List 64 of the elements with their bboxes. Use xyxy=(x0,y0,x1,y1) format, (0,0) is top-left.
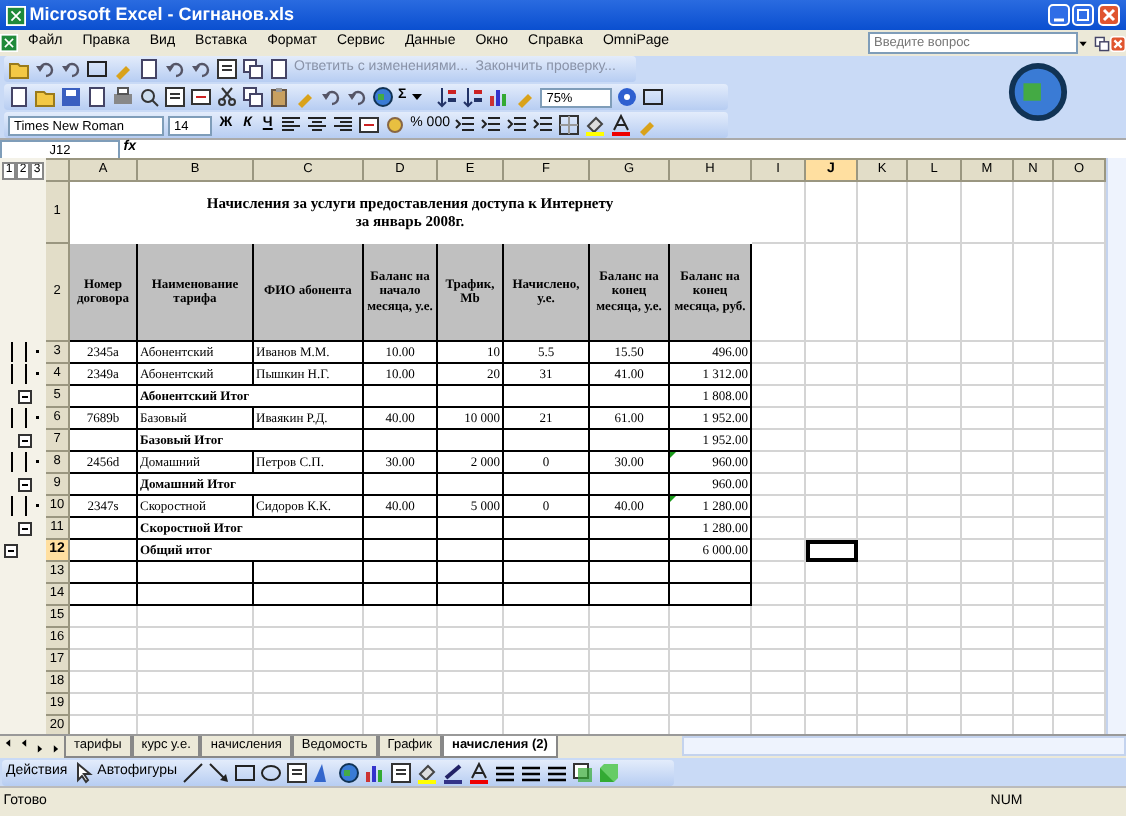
hyperlink-icon[interactable] xyxy=(372,86,394,108)
horizontal-scrollbar[interactable] xyxy=(682,736,1126,756)
copy-icon[interactable] xyxy=(242,58,264,80)
collapse-button[interactable] xyxy=(18,389,32,404)
reply-icon[interactable] xyxy=(34,58,56,80)
vertical-scrollbar[interactable] xyxy=(1106,158,1126,734)
decrease-indent-icon[interactable] xyxy=(505,114,528,136)
paste-icon[interactable] xyxy=(268,86,290,108)
collapse-button[interactable] xyxy=(4,543,18,558)
reply-all-icon[interactable] xyxy=(60,58,82,80)
select-all-button[interactable] xyxy=(45,159,69,181)
cut-icon[interactable] xyxy=(216,86,238,108)
restore-icon[interactable] xyxy=(1094,35,1110,51)
close-icon[interactable] xyxy=(1110,35,1126,51)
help-icon[interactable] xyxy=(616,86,639,108)
print-preview-icon[interactable] xyxy=(138,86,160,108)
excel-logo-icon xyxy=(6,5,26,25)
text-box-icon[interactable] xyxy=(285,761,307,783)
window-title: Microsoft Excel - Сигнанов.xls xyxy=(29,1,296,28)
align-right-icon[interactable] xyxy=(332,114,355,136)
line-color-icon[interactable] xyxy=(441,761,463,783)
save-icon[interactable] xyxy=(60,86,82,108)
document-icon[interactable] xyxy=(138,58,160,80)
increase-indent-icon[interactable] xyxy=(531,114,554,136)
borders-icon[interactable] xyxy=(557,114,580,136)
note-icon[interactable] xyxy=(216,58,238,80)
new-file-icon[interactable] xyxy=(8,86,30,108)
undo-icon[interactable] xyxy=(320,86,342,108)
font-color-icon[interactable] xyxy=(467,761,489,783)
maximize-button[interactable] xyxy=(1072,4,1095,26)
collapse-button[interactable] xyxy=(18,521,32,536)
error-indicator-icon xyxy=(670,496,676,502)
align-center-icon[interactable] xyxy=(306,114,329,136)
currency-icon[interactable] xyxy=(384,114,407,136)
line-style-icon[interactable] xyxy=(493,761,515,783)
redo-icon[interactable] xyxy=(190,58,212,80)
shadow-icon[interactable] xyxy=(571,761,593,783)
chart-wizard-icon[interactable] xyxy=(488,86,511,108)
fill-color-icon[interactable] xyxy=(583,114,606,136)
globe-icon xyxy=(1006,60,1070,124)
close-button[interactable] xyxy=(1098,4,1120,26)
undo-icon[interactable] xyxy=(164,58,186,80)
print-icon[interactable] xyxy=(112,86,134,108)
line-icon[interactable] xyxy=(181,761,203,783)
align-left-icon[interactable] xyxy=(280,114,303,136)
active-cell[interactable] xyxy=(805,539,857,561)
minimize-button[interactable] xyxy=(1047,4,1069,26)
excel-logo-icon xyxy=(0,34,18,52)
font-color-icon[interactable] xyxy=(609,114,632,136)
rectangle-icon[interactable] xyxy=(233,761,255,783)
collapse-button[interactable] xyxy=(18,477,32,492)
fill-color-icon[interactable] xyxy=(415,761,437,783)
copy-icon[interactable] xyxy=(242,86,264,108)
sort-descending-icon[interactable] xyxy=(462,86,485,108)
window-icon[interactable] xyxy=(642,86,665,108)
collapse-button[interactable] xyxy=(18,433,32,448)
redo-icon[interactable] xyxy=(346,86,368,108)
oval-icon[interactable] xyxy=(259,761,281,783)
arrow-icon[interactable] xyxy=(207,761,229,783)
pointer-icon[interactable] xyxy=(71,761,94,783)
document-icon[interactable] xyxy=(268,58,290,80)
merge-center-icon[interactable] xyxy=(358,114,381,136)
error-indicator-icon xyxy=(670,452,676,458)
sort-ascending-icon[interactable] xyxy=(436,86,459,108)
